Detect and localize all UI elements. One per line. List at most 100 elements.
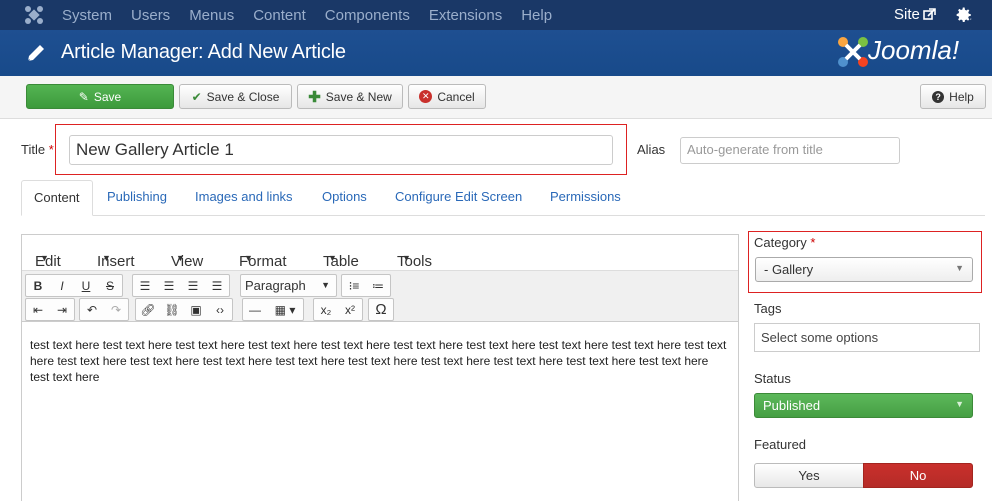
bold-icon[interactable]: B (26, 275, 50, 296)
tab-permissions[interactable]: Permissions (550, 180, 621, 216)
underline-icon[interactable]: U (74, 275, 98, 296)
featured-no-button[interactable]: No (863, 463, 973, 488)
horizontal-rule-icon[interactable]: — (243, 299, 267, 320)
tab-options[interactable]: Options (322, 180, 367, 216)
pencil-icon (27, 45, 44, 62)
history-group: ↶ ↷ (79, 298, 129, 321)
paragraph-format-value: Paragraph (245, 278, 306, 293)
format-group: Paragraph ▼ (240, 274, 337, 297)
editor-menubar: Edit ▼ Insert ▼ View ▼ Format ▼ Table ▼ Tools… (22, 235, 738, 270)
tab-content[interactable]: Content (21, 180, 93, 216)
alias-input[interactable]: Auto-generate from title (680, 137, 900, 164)
unlink-icon[interactable]: ⛓︎ (160, 299, 184, 320)
joomla-brand-text: Joomla! (868, 35, 960, 65)
undo-icon[interactable]: ↶ (80, 299, 104, 320)
subscript-icon[interactable]: x₂ (314, 299, 338, 320)
category-label: Category * (754, 235, 815, 250)
italic-icon[interactable]: I (50, 275, 74, 296)
caret-down-icon: ▼ (955, 399, 964, 409)
external-link-icon (923, 8, 936, 20)
site-link[interactable]: Site (894, 6, 920, 23)
caret-down-icon: ▼ (402, 253, 411, 263)
tags-input[interactable]: Select some options (754, 323, 980, 352)
link-icon[interactable]: 🔗︎ (136, 299, 160, 320)
page-header: Article Manager: Add New Article Joomla! (0, 30, 992, 76)
menu-extensions[interactable]: Extensions (429, 7, 502, 24)
plus-icon: ✚ (308, 88, 321, 106)
page-title: Article Manager: Add New Article (61, 41, 346, 63)
help-button[interactable]: ? Help (920, 84, 986, 109)
help-label: Help (949, 89, 974, 104)
tab-images-links[interactable]: Images and links (195, 180, 293, 216)
category-value: - Gallery (764, 262, 814, 277)
required-mark: * (810, 235, 816, 250)
paragraph-format-select[interactable]: Paragraph ▼ (241, 275, 336, 296)
code-icon[interactable]: ‹› (208, 299, 232, 320)
menu-users[interactable]: Users (131, 7, 170, 24)
caret-down-icon: ▼ (955, 263, 964, 273)
insert-group: 🔗︎ ⛓︎ ▣ ‹› (135, 298, 233, 321)
align-left-icon[interactable]: ☰ (133, 275, 157, 296)
caret-down-icon: ▼ (321, 280, 330, 290)
tab-configure-edit-screen[interactable]: Configure Edit Screen (395, 180, 522, 216)
alias-label: Alias (637, 142, 666, 157)
image-icon[interactable]: ▣ (184, 299, 208, 320)
editor-content[interactable]: test text here test text here test text … (30, 337, 730, 385)
gear-icon[interactable] (955, 6, 973, 24)
omega-icon[interactable]: Ω (369, 299, 393, 320)
cancel-label: Cancel (437, 89, 475, 104)
superscript-icon[interactable]: x² (338, 299, 362, 320)
indent-icon[interactable]: ⇥ (50, 299, 74, 320)
tags-label: Tags (754, 301, 782, 316)
editor-toolbar: B I U S ☰ ☰ ☰ ☰ Paragraph ▼ ⁝≡ ≔ ⇤ ⇥ ↶ ↷ … (22, 270, 738, 322)
tab-publishing[interactable]: Publishing (107, 180, 167, 216)
category-select[interactable]: - Gallery ▼ (755, 257, 973, 282)
align-group: ☰ ☰ ☰ ☰ (132, 274, 230, 297)
caret-down-icon: ▼ (244, 253, 253, 263)
caret-down-icon: ▼ (328, 253, 337, 263)
save-button[interactable]: ✎ Save (26, 84, 174, 109)
featured-yes-button[interactable]: Yes (754, 463, 864, 488)
strikethrough-icon[interactable]: S (98, 275, 122, 296)
special-char-group: Ω (368, 298, 394, 321)
list-group: ⁝≡ ≔ (341, 274, 391, 297)
cancel-circle-icon: ✕ (419, 90, 433, 103)
menu-help[interactable]: Help (521, 7, 552, 24)
align-center-icon[interactable]: ☰ (157, 275, 181, 296)
table-icon[interactable]: ▦ ▾ (267, 299, 303, 320)
check-icon: ✔ (191, 89, 202, 104)
save-close-button[interactable]: ✔ Save & Close (179, 84, 292, 109)
title-label-text: Title (21, 142, 46, 157)
caret-down-icon: ▼ (40, 253, 49, 263)
align-right-icon[interactable]: ☰ (181, 275, 205, 296)
featured-label: Featured (754, 437, 807, 452)
numbered-list-icon[interactable]: ≔ (366, 275, 390, 296)
menu-menus[interactable]: Menus (189, 7, 234, 24)
article-tabs: Content Publishing Images and links Opti… (21, 180, 985, 216)
save-label: Save (93, 89, 122, 104)
outdent-icon[interactable]: ⇤ (26, 299, 50, 320)
joomla-logo-icon[interactable] (24, 5, 44, 25)
hr-table-group: — ▦ ▾ (242, 298, 304, 321)
menu-components[interactable]: Components (325, 7, 410, 24)
edit-icon: ✎ (78, 89, 89, 104)
main-menu: System Users Menus Content Components Ex… (62, 0, 571, 30)
align-justify-icon[interactable]: ☰ (205, 275, 229, 296)
menu-content[interactable]: Content (253, 7, 306, 24)
joomla-brand-icon (838, 37, 868, 67)
save-new-button[interactable]: ✚ Save & New (297, 84, 403, 109)
script-group: x₂ x² (313, 298, 363, 321)
caret-down-icon: ▼ (102, 253, 111, 263)
menu-system[interactable]: System (62, 7, 112, 24)
title-label: Title * (21, 142, 54, 157)
save-close-label: Save & Close (206, 89, 280, 104)
save-new-label: Save & New (325, 89, 392, 104)
cancel-button[interactable]: ✕ Cancel (408, 84, 486, 109)
title-input[interactable] (69, 135, 613, 165)
redo-icon[interactable]: ↷ (104, 299, 128, 320)
text-style-group: B I U S (25, 274, 123, 297)
status-value: Published (763, 398, 821, 413)
top-nav: System Users Menus Content Components Ex… (0, 0, 992, 30)
bullet-list-icon[interactable]: ⁝≡ (342, 275, 366, 296)
status-select[interactable]: Published ▼ (754, 393, 973, 418)
